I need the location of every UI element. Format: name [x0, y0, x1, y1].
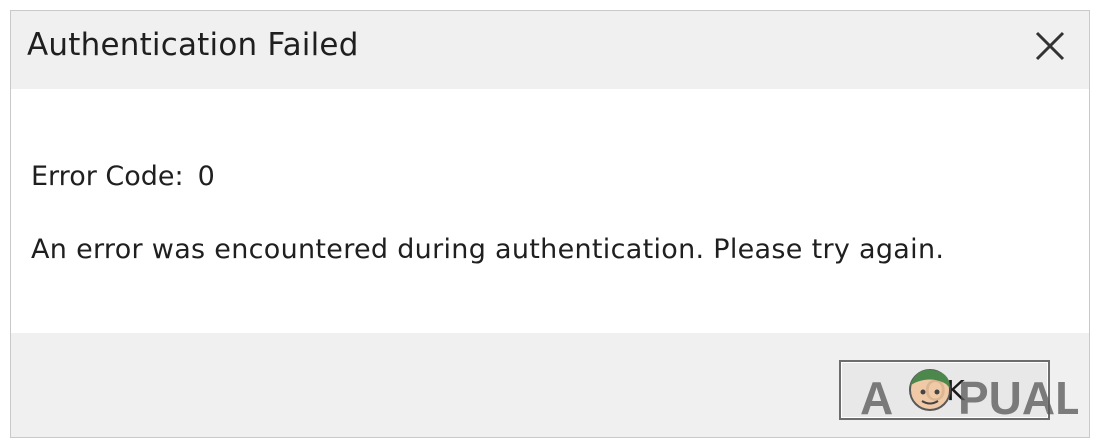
error-message: An error was encountered during authenti…: [31, 234, 945, 265]
error-code-label: Error Code:: [31, 161, 184, 192]
close-icon: [1035, 31, 1065, 61]
dialog-content: Error Code: 0 An error was encountered du…: [11, 89, 1089, 333]
error-code-value: 0: [197, 161, 215, 192]
error-code-line: Error Code: 0: [31, 161, 215, 192]
dialog-title: Authentication Failed: [27, 27, 359, 63]
title-bar: Authentication Failed: [11, 11, 1089, 89]
authentication-failed-dialog: Authentication Failed Error Code: 0 An er…: [10, 10, 1090, 438]
close-button[interactable]: [1029, 25, 1071, 67]
ok-button[interactable]: OK: [839, 360, 1050, 420]
dialog-footer: OK: [11, 333, 1089, 437]
